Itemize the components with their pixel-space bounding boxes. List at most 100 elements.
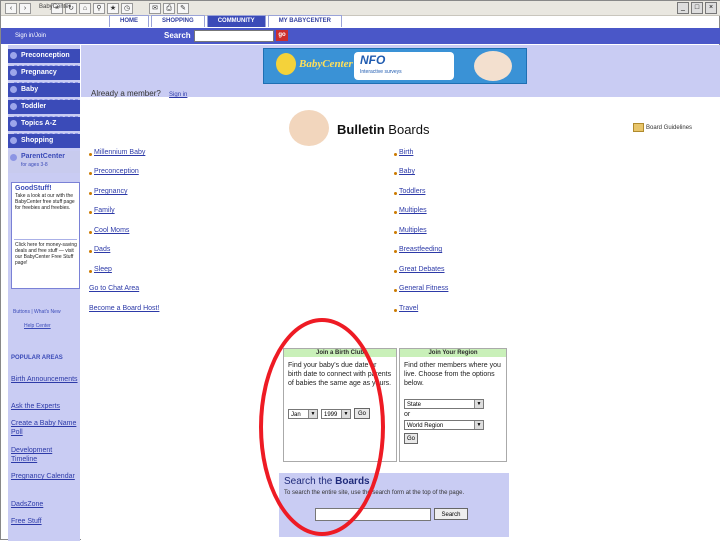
goodstuff-box[interactable]: GoodStuff! Take a look at our with the B…: [11, 182, 80, 289]
tab-my-babycenter[interactable]: MY BABYCENTER: [267, 15, 342, 27]
board-link-great-debates[interactable]: Great Debates: [399, 266, 445, 273]
board-host-link[interactable]: Become a Board Host!: [89, 305, 159, 312]
sidebar-item-topics[interactable]: Topics A-Z: [8, 117, 80, 131]
board-link-baby[interactable]: Baby: [399, 168, 415, 175]
board-link-preconception[interactable]: Preconception: [94, 168, 139, 175]
board-link-sleep[interactable]: Sleep: [94, 266, 112, 273]
banner-ad[interactable]: BabyCenter NFO Interactive surveys: [263, 48, 527, 84]
popular-link-ask-experts[interactable]: Ask the Experts: [11, 402, 79, 411]
search-label: Search: [164, 31, 191, 40]
board-link-travel[interactable]: Travel: [399, 305, 418, 312]
minimize-icon[interactable]: _: [677, 2, 689, 14]
region-or: or: [404, 411, 411, 418]
site-logo[interactable]: BabyCenter: [39, 4, 71, 10]
banner-tagline: Interactive surveys: [360, 69, 402, 75]
banner-brand: BabyCenter: [299, 58, 353, 70]
state-select[interactable]: State ▼: [404, 399, 484, 409]
divider: [14, 239, 77, 240]
book-icon: [633, 123, 644, 132]
world-region-select[interactable]: World Region ▼: [404, 420, 484, 430]
sign-in-link[interactable]: Sign in: [169, 92, 187, 98]
tab-home[interactable]: HOME: [109, 15, 149, 27]
goodstuff-title: GoodStuff!: [15, 185, 52, 192]
main-content: BabyCenter NFO Interactive surveys Alrea…: [81, 45, 720, 541]
board-link-cool-moms[interactable]: Cool Moms: [94, 227, 129, 234]
tab-shopping[interactable]: SHOPPING: [151, 15, 205, 27]
popular-link-development-timeline[interactable]: Development Timeline: [11, 446, 79, 464]
bullet-icon: [89, 270, 92, 273]
board-link-family[interactable]: Family: [94, 207, 115, 214]
sign-in-link[interactable]: Sign in/Join: [15, 33, 46, 39]
favorites-icon[interactable]: ★: [107, 3, 119, 14]
popular-link-dadszone[interactable]: DadsZone: [11, 500, 79, 509]
bullet-icon: [394, 211, 397, 214]
sidebar-item-preconception[interactable]: Preconception: [8, 49, 80, 63]
board-link-dads[interactable]: Dads: [94, 246, 110, 253]
duck-icon: [276, 53, 296, 75]
bullet-icon: [10, 120, 17, 127]
board-link-general-fitness[interactable]: General Fitness: [399, 285, 448, 292]
birth-club-go-button[interactable]: Go: [354, 408, 370, 419]
sidebar-item-baby[interactable]: Baby: [8, 83, 80, 97]
member-text: Already a member?: [91, 89, 161, 98]
sidebar-item-parentcenter[interactable]: ParentCenter for ages 3-8: [8, 151, 80, 173]
page-title-bold: Bulletin: [337, 122, 385, 137]
search-icon[interactable]: ⚲: [93, 3, 105, 14]
goodstuff-text-2: Click here for money-saving deals and fr…: [15, 242, 77, 266]
dropdown-arrow-icon: ▼: [474, 421, 483, 429]
search-go-button[interactable]: go: [276, 30, 288, 41]
banner-partner: NFO: [360, 53, 386, 67]
history-icon[interactable]: ◷: [121, 3, 133, 14]
birth-club-header: Join a Birth Club: [284, 349, 396, 357]
bullet-icon: [89, 231, 92, 234]
home-icon[interactable]: ⌂: [79, 3, 91, 14]
maximize-icon[interactable]: □: [691, 2, 703, 14]
back-icon[interactable]: ‹: [5, 3, 17, 14]
edit-icon[interactable]: ✎: [177, 3, 189, 14]
bullet-icon: [394, 250, 397, 253]
buttons-whats-new-link[interactable]: Buttons | What's New: [13, 309, 61, 315]
search-boards-button[interactable]: Search: [434, 508, 468, 520]
board-guidelines-link[interactable]: Board Guidelines: [633, 123, 692, 132]
dropdown-arrow-icon: ▼: [308, 410, 317, 418]
help-center-link[interactable]: Help Center: [24, 323, 51, 329]
mail-icon[interactable]: ✉: [149, 3, 161, 14]
page-title-rest: Boards: [388, 122, 430, 137]
site-tabs: HOME SHOPPING COMMUNITY MY BABYCENTER: [109, 15, 344, 27]
print-icon[interactable]: ⎙: [163, 3, 175, 14]
sidebar-item-shopping[interactable]: Shopping: [8, 134, 80, 148]
top-bar: Sign in/Join Search go: [1, 28, 720, 44]
bullet-icon: [10, 137, 17, 144]
search-boards-input[interactable]: [315, 508, 431, 521]
popular-link-free-stuff[interactable]: Free Stuff: [11, 517, 79, 526]
board-link-pregnancy[interactable]: Pregnancy: [94, 188, 127, 195]
bullet-icon: [89, 172, 92, 175]
popular-areas-title: POPULAR AREAS: [11, 355, 63, 361]
popular-link-birth-announcements[interactable]: Birth Announcements: [11, 375, 79, 384]
sidebar-item-pregnancy[interactable]: Pregnancy: [8, 66, 80, 80]
browser-toolbar: ‹ › × ↻ ⌂ ⚲ ★ ◷ ✉ ⎙ ✎ _ □ × BabyCenter: [1, 1, 720, 16]
popular-link-pregnancy-calendar[interactable]: Pregnancy Calendar: [11, 472, 79, 481]
region-box: Join Your Region Find other members wher…: [399, 348, 507, 462]
bullet-icon: [394, 153, 397, 156]
bullet-icon: [89, 211, 92, 214]
popular-link-baby-name-poll[interactable]: Create a Baby Name Poll: [11, 419, 79, 437]
board-link-multiples-2[interactable]: Multiples: [399, 227, 427, 234]
board-link-toddlers[interactable]: Toddlers: [399, 188, 425, 195]
forward-icon[interactable]: ›: [19, 3, 31, 14]
board-link-millennium-baby[interactable]: Millennium Baby: [94, 149, 145, 156]
close-icon[interactable]: ×: [705, 2, 717, 14]
region-go-button[interactable]: Go: [404, 433, 418, 444]
bullet-icon: [10, 69, 17, 76]
search-input[interactable]: [194, 30, 274, 42]
tab-community[interactable]: COMMUNITY: [206, 15, 266, 27]
chat-area-link[interactable]: Go to Chat Area: [89, 285, 139, 292]
board-link-birth[interactable]: Birth: [399, 149, 413, 156]
birth-year-select[interactable]: 1999 ▼: [321, 409, 351, 419]
birth-month-select[interactable]: Jan ▼: [288, 409, 318, 419]
board-link-multiples[interactable]: Multiples: [399, 207, 427, 214]
dropdown-arrow-icon: ▼: [474, 400, 483, 408]
board-link-breastfeeding[interactable]: Breastfeeding: [399, 246, 442, 253]
sidebar-item-toddler[interactable]: Toddler: [8, 100, 80, 114]
birth-club-text: Find your baby's due date or birth date …: [288, 362, 392, 387]
